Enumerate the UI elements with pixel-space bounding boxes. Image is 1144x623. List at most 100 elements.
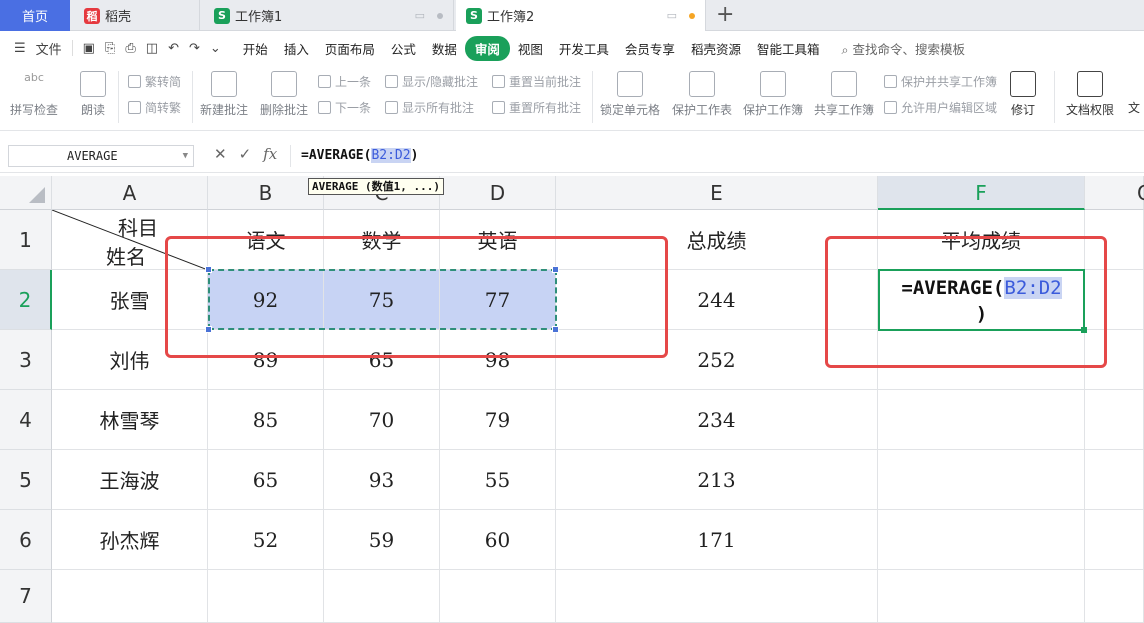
trad-to-simp-button[interactable]: 繁转简 — [128, 73, 181, 90]
cell-a4[interactable]: 林雪琴 — [52, 390, 208, 450]
name-box[interactable]: AVERAGE ▼ — [8, 145, 194, 167]
undo-icon[interactable]: ↶ — [168, 41, 179, 56]
menu-daoke-resources[interactable]: 稻壳资源 — [683, 36, 749, 61]
menu-page-layout[interactable]: 页面布局 — [317, 36, 383, 61]
cell-d7[interactable] — [440, 570, 556, 623]
show-all-comments-button[interactable]: 显示所有批注 — [385, 99, 474, 116]
next-comment-button[interactable]: 下一条 — [318, 99, 371, 116]
show-hide-comment-button[interactable]: 显示/隐藏批注 — [385, 73, 478, 90]
doc-overflow-button[interactable]: 文 — [1128, 99, 1140, 116]
row-header-7[interactable]: 7 — [0, 570, 52, 623]
cancel-icon[interactable]: ✕ — [214, 145, 227, 163]
cell-e5[interactable]: 213 — [556, 450, 878, 510]
select-all-corner[interactable] — [0, 176, 52, 210]
column-header-b[interactable]: B — [208, 176, 324, 210]
save-icon[interactable]: ▣ — [83, 41, 95, 56]
delete-comment-button[interactable]: 删除批注 — [260, 71, 308, 118]
menu-start[interactable]: 开始 — [235, 36, 276, 61]
column-header-d[interactable]: D — [440, 176, 556, 210]
row-header-2[interactable]: 2 — [0, 270, 52, 330]
chevron-down-icon[interactable]: ▼ — [183, 146, 188, 166]
menu-smart-toolbox[interactable]: 智能工具箱 — [749, 36, 828, 61]
chevron-down-icon[interactable]: ⌄ — [210, 41, 221, 56]
menu-bar: ☰ 文件 ▣ ⎘ ⎙ ◫ ↶ ↷ ⌄ 开始 插入 页面布局 公式 数据 审阅 视… — [0, 31, 1144, 65]
row-header-6[interactable]: 6 — [0, 510, 52, 570]
allow-edit-range-label: 允许用户编辑区域 — [901, 101, 998, 115]
column-header-g[interactable]: G — [1085, 176, 1144, 210]
row-header-4[interactable]: 4 — [0, 390, 52, 450]
column-header-e[interactable]: E — [556, 176, 878, 210]
read-aloud-button[interactable]: 朗读 — [80, 71, 106, 118]
simp-to-trad-button[interactable]: 简转繁 — [128, 99, 181, 116]
cell-b6[interactable]: 52 — [208, 510, 324, 570]
reset-current-comment-button[interactable]: 重置当前批注 — [492, 73, 581, 90]
cell-c5[interactable]: 93 — [324, 450, 440, 510]
tab-home[interactable]: 首页 — [0, 0, 70, 31]
cell-e4[interactable]: 234 — [556, 390, 878, 450]
protect-sheet-button[interactable]: 保护工作表 — [672, 71, 732, 118]
preview-icon[interactable]: ◫ — [146, 41, 158, 56]
speaker-icon — [80, 71, 106, 97]
menu-data[interactable]: 数据 — [424, 36, 465, 61]
cell-f7[interactable] — [878, 570, 1085, 623]
cell-d4[interactable]: 79 — [440, 390, 556, 450]
row-header-3[interactable]: 3 — [0, 330, 52, 390]
column-header-f[interactable]: F — [878, 176, 1085, 210]
row-header-5[interactable]: 5 — [0, 450, 52, 510]
command-search[interactable]: ⌕ 查找命令、搜索模板 — [841, 39, 965, 58]
menu-member[interactable]: 会员专享 — [617, 36, 683, 61]
reset-all-comments-button[interactable]: 重置所有批注 — [492, 99, 581, 116]
cell-g6[interactable] — [1085, 510, 1144, 570]
new-comment-button[interactable]: 新建批注 — [200, 71, 248, 118]
cell-g4[interactable] — [1085, 390, 1144, 450]
allow-edit-range-button[interactable]: 允许用户编辑区域 — [884, 99, 997, 116]
cell-e7[interactable] — [556, 570, 878, 623]
export-icon[interactable]: ⎘ — [105, 41, 115, 56]
cell-e6[interactable]: 171 — [556, 510, 878, 570]
function-icon[interactable]: fx — [263, 145, 277, 163]
lock-cell-button[interactable]: 锁定单元格 — [600, 71, 660, 118]
cell-f4[interactable] — [878, 390, 1085, 450]
cell-g7[interactable] — [1085, 570, 1144, 623]
cell-a5[interactable]: 王海波 — [52, 450, 208, 510]
protect-workbook-button[interactable]: 保护工作簿 — [743, 71, 803, 118]
monitor-icon[interactable]: ▭ — [415, 9, 425, 22]
cell-d6[interactable]: 60 — [440, 510, 556, 570]
menu-review[interactable]: 审阅 — [464, 35, 510, 61]
prev-comment-button[interactable]: 上一条 — [318, 73, 371, 90]
new-tab-button[interactable]: + — [716, 2, 734, 27]
menu-insert[interactable]: 插入 — [276, 36, 317, 61]
cell-d5[interactable]: 55 — [440, 450, 556, 510]
file-menu[interactable]: 文件 — [36, 39, 62, 58]
hamburger-icon[interactable]: ☰ — [14, 41, 26, 56]
print-icon[interactable]: ⎙ — [125, 41, 135, 56]
monitor-icon[interactable]: ▭ — [667, 9, 677, 22]
cell-a7[interactable] — [52, 570, 208, 623]
cell-f6[interactable] — [878, 510, 1085, 570]
menu-developer[interactable]: 开发工具 — [551, 36, 617, 61]
formula-input[interactable]: =AVERAGE(B2:D2) — [290, 145, 1144, 167]
cell-g5[interactable] — [1085, 450, 1144, 510]
confirm-icon[interactable]: ✓ — [239, 145, 252, 163]
share-workbook-button[interactable]: 共享工作簿 — [814, 71, 874, 118]
cell-c4[interactable]: 70 — [324, 390, 440, 450]
row-header-1[interactable]: 1 — [0, 210, 52, 270]
cell-a6[interactable]: 孙杰辉 — [52, 510, 208, 570]
protect-and-share-button[interactable]: 保护并共享工作簿 — [884, 73, 997, 90]
cell-c6[interactable]: 59 — [324, 510, 440, 570]
redo-icon[interactable]: ↷ — [189, 41, 200, 56]
tab-daoke[interactable]: 稻 稻壳 — [74, 0, 200, 31]
menu-formula[interactable]: 公式 — [383, 36, 424, 61]
spell-check-button[interactable]: abc 拼写检查 — [10, 71, 58, 118]
revise-button[interactable]: 修订 — [1010, 71, 1036, 118]
column-header-a[interactable]: A — [52, 176, 208, 210]
menu-view[interactable]: 视图 — [510, 36, 551, 61]
cell-b5[interactable]: 65 — [208, 450, 324, 510]
doc-rights-button[interactable]: 文档权限 — [1066, 71, 1114, 118]
tab-workbook2[interactable]: S 工作簿2 ▭ — [456, 0, 706, 31]
tab-workbook1[interactable]: S 工作簿1 ▭ — [204, 0, 454, 31]
cell-c7[interactable] — [324, 570, 440, 623]
cell-f5[interactable] — [878, 450, 1085, 510]
cell-b4[interactable]: 85 — [208, 390, 324, 450]
cell-b7[interactable] — [208, 570, 324, 623]
